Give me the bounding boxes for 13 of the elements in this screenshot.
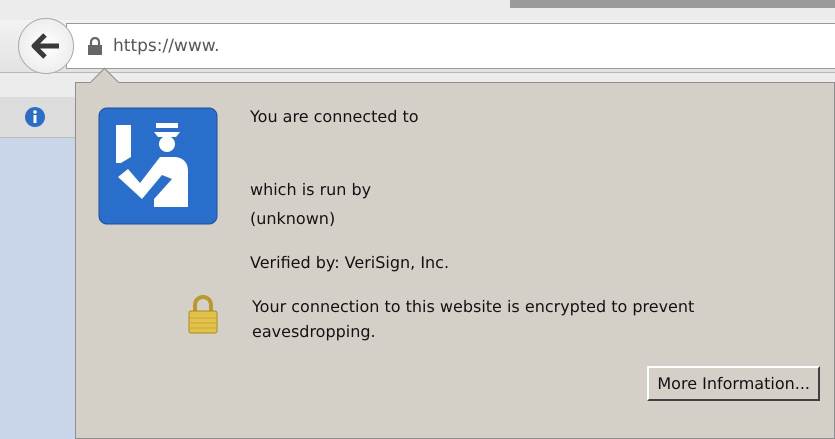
passport-officer-icon — [98, 107, 218, 225]
run-by-label: which is run by — [250, 180, 372, 199]
back-arrow-icon — [31, 33, 61, 59]
info-icon — [24, 106, 46, 128]
encryption-message: Your connection to this website is encrypted to prevent eavesdropping. — [252, 296, 696, 343]
connected-label: You are connected to — [250, 107, 420, 126]
padlock-icon[interactable] — [87, 37, 103, 55]
url-text: https://www. — [113, 36, 220, 56]
verified-by-text: Verified by: VeriSign, Inc. — [250, 253, 450, 272]
owner-text: (unknown) — [250, 209, 336, 228]
more-information-button[interactable]: More Information... — [647, 366, 820, 401]
address-field[interactable]: https://www. — [66, 23, 835, 69]
padlock-icon — [186, 294, 220, 334]
